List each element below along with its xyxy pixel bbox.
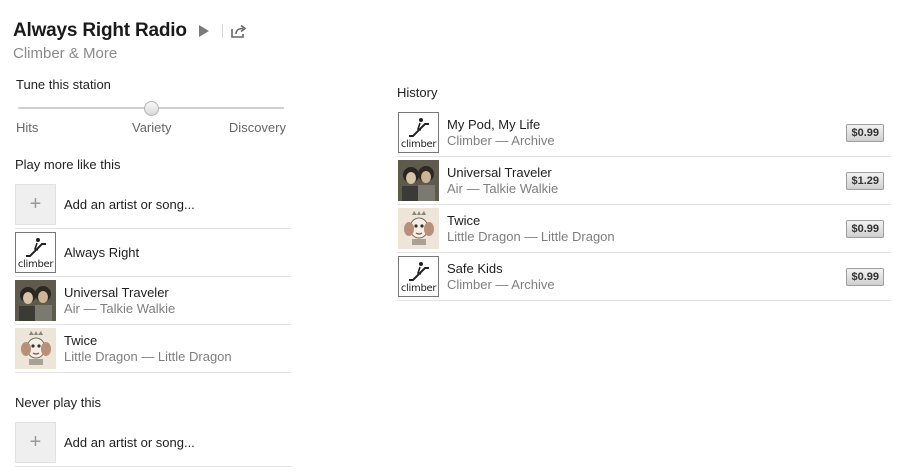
station-title: Always Right Radio xyxy=(13,20,187,41)
share-icon[interactable] xyxy=(230,23,248,39)
list-item[interactable]: climber Always Right xyxy=(15,229,291,277)
item-subtitle: Little Dragon — Little Dragon xyxy=(64,348,232,364)
history-row[interactable]: Universal Traveler Air — Talkie Walkie $… xyxy=(397,157,891,205)
price-button[interactable]: $0.99 xyxy=(846,267,884,286)
history-label: History xyxy=(397,85,438,100)
never-play-label: Never play this xyxy=(15,395,101,410)
add-artist-row[interactable]: + Add an artist or song... xyxy=(15,181,291,229)
history-title: Safe Kids xyxy=(447,260,503,276)
tune-label-variety[interactable]: Variety xyxy=(132,120,172,135)
add-artist-label[interactable]: Add an artist or song... xyxy=(64,197,195,213)
plus-icon[interactable]: + xyxy=(15,184,56,225)
history-subtitle: Climber — Archive xyxy=(447,276,555,292)
air-talkie-walkie-artwork xyxy=(398,160,439,201)
history-title: My Pod, My Life xyxy=(447,116,541,132)
price-button[interactable]: $1.29 xyxy=(846,171,884,190)
climber-logo-text: climber xyxy=(17,259,54,270)
list-item[interactable]: Twice Little Dragon — Little Dragon xyxy=(15,325,291,373)
climber-icon: climber xyxy=(15,232,56,273)
history-title: Twice xyxy=(447,212,481,228)
play-icon[interactable] xyxy=(198,23,212,39)
plus-icon[interactable]: + xyxy=(15,422,56,463)
history-list: climber My Pod, My Life Climber — Archiv… xyxy=(397,109,891,301)
little-dragon-artwork xyxy=(15,328,56,369)
title-row: Always Right Radio xyxy=(13,18,248,44)
history-subtitle: Climber — Archive xyxy=(447,132,555,148)
price-button[interactable]: $0.99 xyxy=(846,219,884,238)
climber-icon: climber xyxy=(398,256,439,297)
tune-labels: Hits Variety Discovery xyxy=(16,120,286,136)
tune-station-label: Tune this station xyxy=(16,77,111,92)
station-header: Always Right Radio Climber & More xyxy=(13,18,248,62)
header-divider xyxy=(221,24,223,38)
history-subtitle: Air — Talkie Walkie xyxy=(447,180,559,196)
climber-icon: climber xyxy=(398,112,439,153)
air-talkie-walkie-artwork xyxy=(15,280,56,321)
price-button[interactable]: $0.99 xyxy=(846,123,884,142)
slider-thumb[interactable] xyxy=(143,101,159,116)
add-artist-row[interactable]: + Add an artist or song... xyxy=(15,419,291,467)
play-more-list: + Add an artist or song... climber Alway… xyxy=(15,181,291,373)
item-title: Always Right xyxy=(64,244,140,260)
climber-logo-text: climber xyxy=(400,139,437,150)
tune-label-hits[interactable]: Hits xyxy=(16,120,38,135)
add-artist-label[interactable]: Add an artist or song... xyxy=(64,435,195,451)
history-title: Universal Traveler xyxy=(447,164,552,180)
item-title: Twice xyxy=(64,332,98,348)
little-dragon-artwork xyxy=(398,208,439,249)
station-subtitle: Climber & More xyxy=(13,45,118,62)
never-play-list: + Add an artist or song... xyxy=(15,419,291,467)
play-more-label: Play more like this xyxy=(15,157,121,172)
item-subtitle: Air — Talkie Walkie xyxy=(64,300,176,316)
history-row[interactable]: Twice Little Dragon — Little Dragon $0.9… xyxy=(397,205,891,253)
list-item[interactable]: Universal Traveler Air — Talkie Walkie xyxy=(15,277,291,325)
history-row[interactable]: climber Safe Kids Climber — Archive $0.9… xyxy=(397,253,891,301)
history-row[interactable]: climber My Pod, My Life Climber — Archiv… xyxy=(397,109,891,157)
history-subtitle: Little Dragon — Little Dragon xyxy=(447,228,615,244)
item-title: Universal Traveler xyxy=(64,284,169,300)
tune-slider[interactable] xyxy=(18,100,284,118)
climber-logo-text: climber xyxy=(400,283,437,294)
tune-label-discovery[interactable]: Discovery xyxy=(229,120,286,135)
